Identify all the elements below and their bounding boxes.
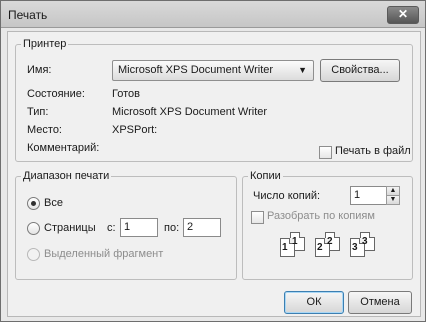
range-to-value: 2 xyxy=(187,221,194,233)
collate-page-number: 1 xyxy=(292,236,298,247)
printer-name-value: Microsoft XPS Document Writer xyxy=(118,64,274,76)
print-to-file-label: Печать в файл xyxy=(335,145,411,157)
copies-down-button[interactable]: ▼ xyxy=(386,195,400,205)
cancel-button[interactable]: Отмена xyxy=(348,291,412,314)
ok-button[interactable]: ОК xyxy=(284,291,344,314)
dialog-title: Печать xyxy=(8,8,48,22)
comment-label: Комментарий: xyxy=(27,142,100,154)
where-label: Место: xyxy=(27,124,62,136)
where-value: XPSPort: xyxy=(112,124,158,136)
range-pages-label: Страницы xyxy=(44,222,96,234)
range-from-input[interactable]: 1 xyxy=(120,218,158,237)
range-all-label: Все xyxy=(44,197,63,209)
close-button[interactable]: ✕ xyxy=(387,6,419,24)
collate-page-number: 2 xyxy=(327,236,333,247)
collate-page-number: 1 xyxy=(282,242,288,253)
copies-count-input[interactable]: 1 xyxy=(350,186,388,205)
arrow-down-icon: ▼ xyxy=(389,196,397,203)
dialog-body: Принтер Имя: Microsoft XPS Document Writ… xyxy=(7,31,421,317)
range-from-label: с: xyxy=(107,222,116,234)
chevron-down-icon: ▼ xyxy=(298,65,307,75)
collate-page-number: 2 xyxy=(317,242,323,253)
print-dialog: Печать ✕ Принтер Имя: Microsoft XPS Docu… xyxy=(0,0,426,322)
range-to-label: по: xyxy=(164,222,180,234)
printer-name-select[interactable]: Microsoft XPS Document Writer ▼ xyxy=(112,60,314,81)
range-from-value: 1 xyxy=(124,221,131,233)
range-all-radio[interactable] xyxy=(27,197,40,210)
collate-page-number: 3 xyxy=(362,236,368,247)
type-value: Microsoft XPS Document Writer xyxy=(112,106,268,118)
print-to-file-checkbox[interactable] xyxy=(319,146,332,159)
printer-name-label: Имя: xyxy=(27,64,52,76)
range-selection-radio[interactable] xyxy=(27,248,40,261)
collate-page-number: 3 xyxy=(352,242,358,253)
arrow-up-icon: ▲ xyxy=(389,187,397,194)
range-pages-radio[interactable] xyxy=(27,222,40,235)
close-icon: ✕ xyxy=(397,7,409,21)
copies-label: Копии xyxy=(250,170,281,182)
copies-count-value: 1 xyxy=(354,189,361,201)
properties-button[interactable]: Свойства... xyxy=(320,59,400,82)
title-bar[interactable]: Печать ✕ xyxy=(1,1,425,28)
print-range-label: Диапазон печати xyxy=(23,170,110,182)
copies-count-label: Число копий: xyxy=(253,190,321,202)
type-label: Тип: xyxy=(27,106,49,118)
printer-group-label: Принтер xyxy=(23,38,67,50)
range-selection-label: Выделенный фрагмент xyxy=(44,248,164,260)
range-to-input[interactable]: 2 xyxy=(183,218,221,237)
collate-label: Разобрать по копиям xyxy=(267,210,375,222)
status-value: Готов xyxy=(112,88,140,100)
status-label: Состояние: xyxy=(27,88,85,100)
collate-checkbox[interactable] xyxy=(251,211,264,224)
